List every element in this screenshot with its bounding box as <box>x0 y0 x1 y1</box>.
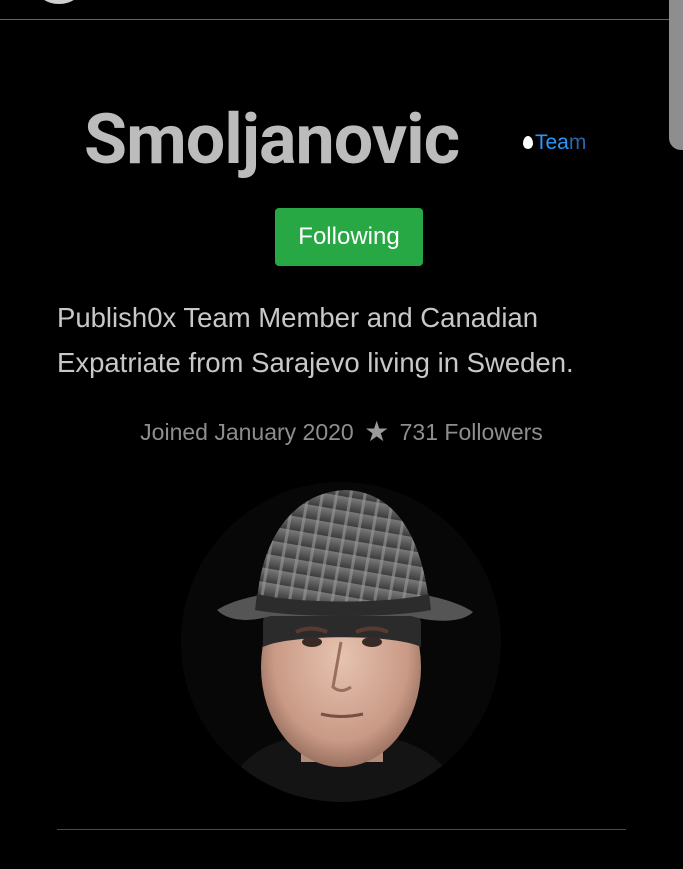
star-icon: ★ <box>364 416 390 447</box>
site-logo-partial[interactable] <box>36 0 82 4</box>
water-drop-icon <box>523 135 533 149</box>
followers-count[interactable]: 731 Followers <box>400 419 543 445</box>
following-button[interactable]: Following <box>275 208 423 266</box>
header-divider <box>0 19 683 20</box>
avatar-portrait-image <box>181 482 501 802</box>
team-badge-label-end: m <box>568 131 587 154</box>
author-name: Smoljanovic <box>84 99 460 181</box>
profile-page: Smoljanovic Tea m Following Publish0x Tea… <box>0 0 683 869</box>
team-badge: Tea m <box>523 132 586 154</box>
team-badge-label: Tea <box>535 131 569 154</box>
profile-meta: Joined January 2020 ★ 731 Followers <box>0 413 683 451</box>
joined-date: Joined January 2020 <box>140 419 354 445</box>
section-divider <box>57 829 626 830</box>
avatar <box>181 482 501 802</box>
author-bio: Publish0x Team Member and Canadian Expat… <box>57 302 574 378</box>
profile-header: Smoljanovic Tea m <box>0 95 683 185</box>
